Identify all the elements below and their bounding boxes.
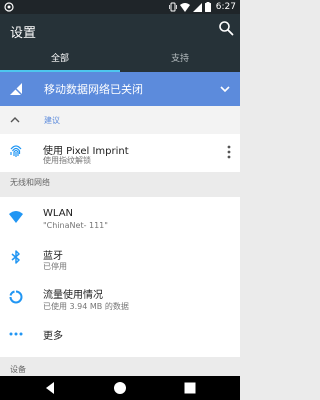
data-usage-title: 流量使用情况: [43, 290, 103, 301]
wifi-icon: [9, 211, 23, 223]
bluetooth-subtitle: 已停用: [43, 262, 67, 271]
suggestions-label: 建议: [44, 116, 60, 125]
status-bar: 6:27: [0, 0, 240, 14]
data-usage-subtitle: 已使用 3.94 MB 的数据: [43, 302, 129, 311]
back-icon[interactable]: [43, 381, 57, 395]
wifi-status-icon: [179, 2, 190, 12]
mobile-data-off-icon: [10, 83, 22, 95]
suggestions-header[interactable]: 建议: [0, 106, 240, 134]
wireless-section-label: 无线和网络: [10, 178, 50, 187]
mobile-data-off-banner[interactable]: 移动数据网络已关闭: [0, 72, 240, 106]
battery-icon: [204, 2, 211, 12]
wlan-title: WLAN: [43, 208, 74, 219]
app-bar: 设置 全部 支持: [0, 14, 240, 72]
bluetooth-title: 蓝牙: [43, 251, 63, 262]
list-item-wlan[interactable]: WLAN "ChinaNet- 111": [0, 197, 240, 237]
suggestions-card: 建议 使用 Pixel Imprint 使用指纹解锁: [0, 106, 240, 172]
tab-all[interactable]: 全部: [0, 50, 120, 72]
pixel-imprint-suggestion[interactable]: 使用 Pixel Imprint 使用指纹解锁: [0, 134, 240, 172]
list-item-data-usage[interactable]: 流量使用情况 已使用 3.94 MB 的数据: [0, 277, 240, 317]
banner-text: 移动数据网络已关闭: [44, 83, 143, 96]
fingerprint-icon: [10, 145, 22, 157]
list-item-more[interactable]: 更多: [0, 317, 240, 349]
chevron-up-icon: [10, 117, 20, 123]
vibrate-icon: [168, 2, 177, 12]
more-horizontal-icon: [9, 332, 23, 336]
device-section-label: 设备: [10, 365, 26, 374]
status-time: 6:27: [215, 2, 236, 12]
bluetooth-icon: [11, 250, 20, 264]
signal-icon: [192, 2, 202, 12]
wlan-subtitle: "ChinaNet- 111": [43, 221, 108, 230]
search-icon[interactable]: [218, 20, 234, 36]
chevron-down-icon[interactable]: [220, 84, 230, 94]
page-title: 设置: [10, 26, 37, 41]
tab-support[interactable]: 支持: [120, 50, 240, 72]
recents-icon[interactable]: [183, 381, 197, 395]
home-icon[interactable]: [113, 381, 127, 395]
navigation-bar: [0, 376, 240, 400]
notification-icon: [4, 2, 14, 12]
wireless-settings-list: WLAN "ChinaNet- 111" 蓝牙 已停用 流量使用情况 已使用 3…: [0, 197, 240, 357]
data-usage-icon: [9, 290, 23, 304]
more-title: 更多: [43, 331, 63, 342]
list-item-bluetooth[interactable]: 蓝牙 已停用: [0, 237, 240, 277]
more-vert-icon[interactable]: [226, 144, 232, 160]
pixel-imprint-subtitle: 使用指纹解锁: [43, 156, 91, 165]
